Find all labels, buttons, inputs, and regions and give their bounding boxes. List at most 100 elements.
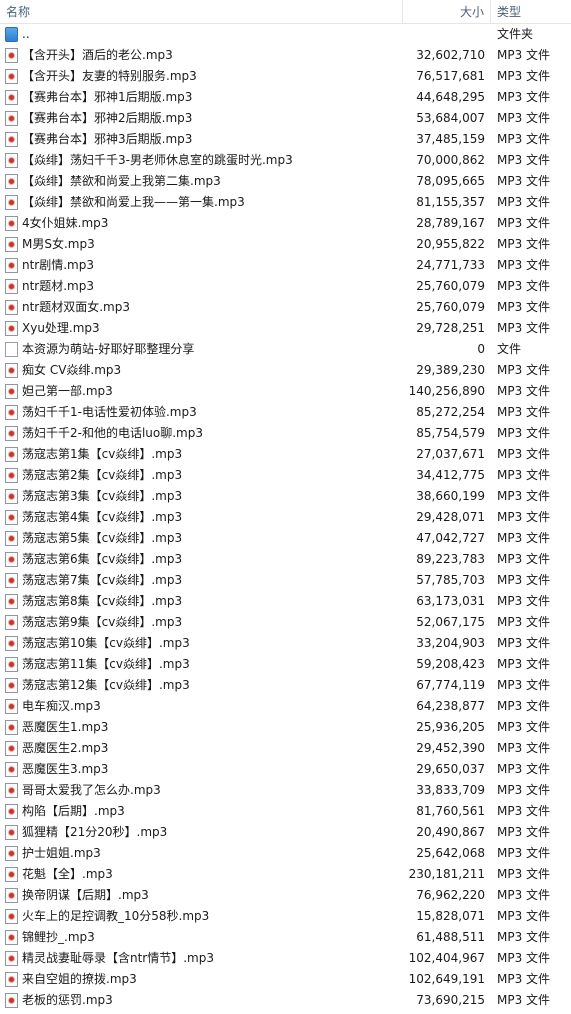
file-name: 4女仆姐妹.mp3 (22, 216, 109, 230)
file-name: 荡寇志第7集【cv焱绯】.mp3 (22, 573, 183, 587)
mp3-icon (5, 615, 18, 630)
file-row[interactable]: 【含开头】友妻的特别服务.mp3 76,517,681 MP3 文件 (0, 66, 571, 87)
file-row[interactable]: 构陷【后期】.mp3 81,760,561 MP3 文件 (0, 801, 571, 822)
file-row[interactable]: 电车痴汉.mp3 64,238,877 MP3 文件 (0, 696, 571, 717)
file-row[interactable]: 荡寇志第5集【cv焱绯】.mp3 47,042,727 MP3 文件 (0, 528, 571, 549)
file-row[interactable]: 荡妇千千1-电话性爱初体验.mp3 85,272,254 MP3 文件 (0, 402, 571, 423)
file-size: 102,404,967 (408, 951, 485, 965)
file-row[interactable]: 哥哥太爱我了怎么办.mp3 33,833,709 MP3 文件 (0, 780, 571, 801)
file-type: MP3 文件 (497, 636, 551, 650)
file-name: 荡寇志第10集【cv焱绯】.mp3 (22, 636, 190, 650)
file-name: 老板的惩罚.mp3 (22, 993, 113, 1007)
mp3-icon (5, 468, 18, 483)
file-row[interactable]: 荡寇志第12集【cv焱绯】.mp3 67,774,119 MP3 文件 (0, 675, 571, 696)
file-row[interactable]: 荡寇志第4集【cv焱绯】.mp3 29,428,071 MP3 文件 (0, 507, 571, 528)
mp3-icon (5, 888, 18, 903)
file-type: MP3 文件 (497, 930, 551, 944)
mp3-icon (5, 762, 18, 777)
file-size: 28,789,167 (416, 216, 485, 230)
mp3-icon (5, 279, 18, 294)
file-type: MP3 文件 (497, 741, 551, 755)
file-row[interactable]: 荡寇志第2集【cv焱绯】.mp3 34,412,775 MP3 文件 (0, 465, 571, 486)
mp3-icon (5, 594, 18, 609)
file-row[interactable]: 妲己第一部.mp3 140,256,890 MP3 文件 (0, 381, 571, 402)
file-name: 荡寇志第11集【cv焱绯】.mp3 (22, 657, 190, 671)
file-row[interactable]: 本资源为萌站-好耶好耶整理分享 0 文件 (0, 339, 571, 360)
file-size: 38,660,199 (416, 489, 485, 503)
file-row[interactable]: 恶魔医生2.mp3 29,452,390 MP3 文件 (0, 738, 571, 759)
file-size: 85,272,254 (416, 405, 485, 419)
file-icon (5, 342, 18, 357)
file-row[interactable]: ntr剧情.mp3 24,771,733 MP3 文件 (0, 255, 571, 276)
mp3-icon (5, 69, 18, 84)
file-name: 来自空姐的撩拨.mp3 (22, 972, 137, 986)
file-row[interactable]: 【赛弗台本】邪神2后期版.mp3 53,684,007 MP3 文件 (0, 108, 571, 129)
file-row[interactable]: 荡寇志第6集【cv焱绯】.mp3 89,223,783 MP3 文件 (0, 549, 571, 570)
file-row[interactable]: 锦鲤抄_.mp3 61,488,511 MP3 文件 (0, 927, 571, 948)
file-name: 【赛弗台本】邪神2后期版.mp3 (22, 111, 193, 125)
file-row[interactable]: ntr题材双面女.mp3 25,760,079 MP3 文件 (0, 297, 571, 318)
file-row[interactable]: 4女仆姐妹.mp3 28,789,167 MP3 文件 (0, 213, 571, 234)
file-type: MP3 文件 (497, 573, 551, 587)
file-row[interactable]: 狐狸精【21分20秒】.mp3 20,490,867 MP3 文件 (0, 822, 571, 843)
file-row[interactable]: .. 文件夹 (0, 24, 571, 45)
file-row[interactable]: 来自空姐的撩拨.mp3 102,649,191 MP3 文件 (0, 969, 571, 990)
file-row[interactable]: 痴女 CV焱绯.mp3 29,389,230 MP3 文件 (0, 360, 571, 381)
file-name: 荡寇志第5集【cv焱绯】.mp3 (22, 531, 183, 545)
file-type: MP3 文件 (497, 111, 551, 125)
file-type: MP3 文件 (497, 951, 551, 965)
file-size: 61,488,511 (416, 930, 485, 944)
mp3-icon (5, 678, 18, 693)
file-name: 【焱绯】荡妇千千3-男老师休息室的跳蛋时光.mp3 (22, 153, 293, 167)
file-row[interactable]: 恶魔医生3.mp3 29,650,037 MP3 文件 (0, 759, 571, 780)
file-size: 15,828,071 (416, 909, 485, 923)
file-type: MP3 文件 (497, 405, 551, 419)
column-header-type[interactable]: 类型 (491, 0, 571, 24)
file-row[interactable]: 恶魔医生1.mp3 25,936,205 MP3 文件 (0, 717, 571, 738)
file-row[interactable]: 荡寇志第11集【cv焱绯】.mp3 59,208,423 MP3 文件 (0, 654, 571, 675)
file-type: MP3 文件 (497, 69, 551, 83)
file-type: MP3 文件 (497, 657, 551, 671)
file-row[interactable]: 精灵战妻耻辱录【含ntr情节】.mp3 102,404,967 MP3 文件 (0, 948, 571, 969)
file-size: 29,452,390 (416, 741, 485, 755)
file-row[interactable]: 荡寇志第9集【cv焱绯】.mp3 52,067,175 MP3 文件 (0, 612, 571, 633)
file-row[interactable]: 换帝阴谋【后期】.mp3 76,962,220 MP3 文件 (0, 885, 571, 906)
file-list: .. 文件夹 【含开头】酒后的老公.mp3 32,602,710 MP3 文件 【含开头】… (0, 24, 571, 1011)
file-row[interactable]: 【赛弗台本】邪神1后期版.mp3 44,648,295 MP3 文件 (0, 87, 571, 108)
file-row[interactable]: 护士姐姐.mp3 25,642,068 MP3 文件 (0, 843, 571, 864)
sort-ascending-icon: ^ (196, 0, 205, 6)
file-row[interactable]: 【含开头】酒后的老公.mp3 32,602,710 MP3 文件 (0, 45, 571, 66)
file-type: MP3 文件 (497, 699, 551, 713)
column-header-size[interactable]: 大小 (403, 0, 491, 24)
file-row[interactable]: 荡妇千千2-和他的电话luo聊.mp3 85,754,579 MP3 文件 (0, 423, 571, 444)
file-name: 哥哥太爱我了怎么办.mp3 (22, 783, 161, 797)
file-type: MP3 文件 (497, 153, 551, 167)
file-row[interactable]: 老板的惩罚.mp3 73,690,215 MP3 文件 (0, 990, 571, 1011)
file-row[interactable]: 荡寇志第1集【cv焱绯】.mp3 27,037,671 MP3 文件 (0, 444, 571, 465)
file-row[interactable]: 火车上的足控调教_10分58秒.mp3 15,828,071 MP3 文件 (0, 906, 571, 927)
mp3-icon (5, 384, 18, 399)
mp3-icon (5, 909, 18, 924)
mp3-icon (5, 573, 18, 588)
file-size: 34,412,775 (416, 468, 485, 482)
file-row[interactable]: 荡寇志第8集【cv焱绯】.mp3 63,173,031 MP3 文件 (0, 591, 571, 612)
file-row[interactable]: 【焱绯】禁欲和尚爱上我——第一集.mp3 81,155,357 MP3 文件 (0, 192, 571, 213)
mp3-icon (5, 720, 18, 735)
mp3-icon (5, 699, 18, 714)
file-row[interactable]: 荡寇志第10集【cv焱绯】.mp3 33,204,903 MP3 文件 (0, 633, 571, 654)
file-size: 25,936,205 (416, 720, 485, 734)
mp3-icon (5, 846, 18, 861)
file-row[interactable]: 【焱绯】荡妇千千3-男老师休息室的跳蛋时光.mp3 70,000,862 MP3 文… (0, 150, 571, 171)
file-type: MP3 文件 (497, 174, 551, 188)
file-row[interactable]: 【赛弗台本】邪神3后期版.mp3 37,485,159 MP3 文件 (0, 129, 571, 150)
file-size: 0 (477, 342, 485, 356)
file-row[interactable]: 花魁【全】.mp3 230,181,211 MP3 文件 (0, 864, 571, 885)
file-row[interactable]: Xyu处理.mp3 29,728,251 MP3 文件 (0, 318, 571, 339)
file-type: MP3 文件 (497, 762, 551, 776)
file-row[interactable]: M男S女.mp3 20,955,822 MP3 文件 (0, 234, 571, 255)
file-row[interactable]: 【焱绯】禁欲和尚爱上我第二集.mp3 78,095,665 MP3 文件 (0, 171, 571, 192)
file-row[interactable]: ntr题材.mp3 25,760,079 MP3 文件 (0, 276, 571, 297)
file-row[interactable]: 荡寇志第7集【cv焱绯】.mp3 57,785,703 MP3 文件 (0, 570, 571, 591)
mp3-icon (5, 300, 18, 315)
file-row[interactable]: 荡寇志第3集【cv焱绯】.mp3 38,660,199 MP3 文件 (0, 486, 571, 507)
